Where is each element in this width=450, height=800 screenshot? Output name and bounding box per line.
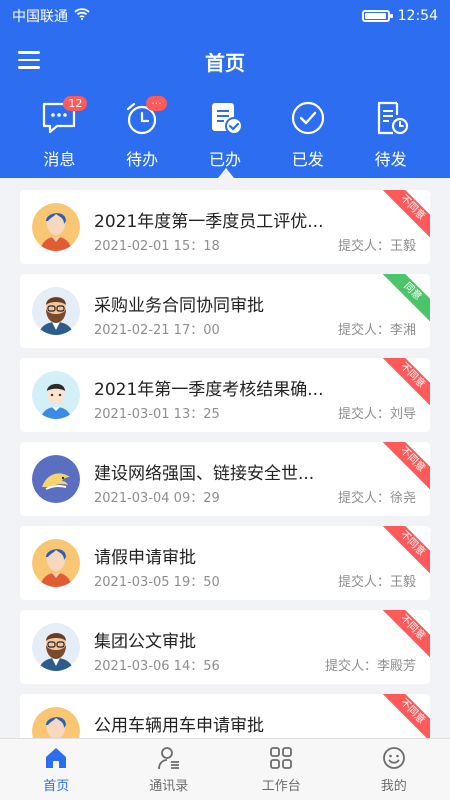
card-submitter: 提交人：刘导 — [337, 407, 416, 422]
card-date: 2021-03-05 19：50 — [94, 575, 220, 590]
page-title: 首页 — [205, 50, 245, 75]
bottom-nav-label: 通讯录 — [149, 779, 189, 794]
card-submitter: 提交人：王毅 — [337, 239, 416, 254]
card-date: 2021-02-01 15：18 — [94, 239, 220, 254]
approval-card[interactable]: 2021年第一季度考核结果确... 2021-03-01 13：25 提交人：刘导不… — [20, 358, 430, 432]
bottom-nav-home[interactable]: 首页 — [11, 739, 101, 800]
approval-list: 2021年度第一季度员工评优... 2021-02-01 15：18 提交人：王毅不… — [20, 190, 430, 778]
navbar: 首页 — [0, 32, 450, 90]
card-title: 采购业务合同协同审批 — [94, 296, 264, 316]
status-bar: 中国联通 12:54 — [0, 0, 450, 32]
grid-icon — [268, 745, 294, 771]
check-circle-icon — [288, 98, 328, 138]
wifi-icon — [74, 8, 90, 24]
card-title: 2021年第一季度考核结果确... — [94, 380, 324, 400]
bottom-nav-label: 工作台 — [261, 779, 301, 794]
tab-label: 已办 — [208, 150, 241, 169]
unread-badge: 12 — [63, 96, 88, 111]
tab-message[interactable]: 12 消息 — [24, 96, 94, 170]
bottom-nav-label: 我的 — [380, 779, 407, 794]
alarm-clock-icon: ··· — [122, 96, 167, 138]
card-title: 请假申请审批 — [94, 548, 196, 568]
approval-card[interactable]: 请假申请审批 2021-03-05 19：50 提交人：王毅 不同意 — [20, 526, 430, 600]
avatar-dolphin-logo-icon — [32, 455, 80, 503]
card-date: 2021-03-06 14：56 — [94, 659, 220, 674]
active-tab-pointer — [218, 168, 234, 178]
avatar-boy-blue-icon — [32, 371, 80, 419]
bottom-nav: 首页 通讯录 工作台 我的 — [0, 738, 450, 800]
approval-card[interactable]: 2021年度第一季度员工评优... 2021-02-01 15：18 提交人：王毅不… — [20, 190, 430, 264]
card-date: 2021-03-01 13：25 — [94, 407, 220, 422]
category-tabs: 12 消息 ··· 待办 已办 已发 待发 — [0, 96, 450, 170]
tab-label: 消息 — [43, 150, 76, 169]
tab-document-clock[interactable]: 待发 — [356, 98, 426, 170]
tab-check-circle[interactable]: 已发 — [273, 98, 343, 170]
approval-card[interactable]: 建设网络强国、链接安全世... 2021-03-04 09：29 提交人：徐尧 不同意 — [20, 442, 430, 516]
tab-label: 待办 — [126, 150, 159, 169]
bottom-nav-grid[interactable]: 工作台 — [236, 739, 326, 800]
card-submitter: 提交人：王毅 — [337, 575, 416, 590]
contacts-icon — [156, 745, 182, 771]
card-date: 2021-03-04 09：29 — [94, 491, 220, 506]
tab-label: 已发 — [291, 150, 324, 169]
unread-badge: ··· — [146, 96, 167, 111]
avatar-woman-orange-icon — [32, 539, 80, 587]
battery-icon — [361, 10, 393, 22]
card-title: 建设网络强国、链接安全世... — [94, 464, 315, 484]
card-submitter: 提交人：徐尧 — [337, 491, 416, 506]
carrier-label: 中国联通 — [12, 9, 68, 25]
card-submitter: 提交人：李湘 — [337, 323, 416, 338]
document-check-icon — [205, 98, 245, 138]
menu-icon[interactable] — [18, 51, 40, 71]
bottom-nav-label: 首页 — [43, 779, 70, 794]
card-title: 集团公文审批 — [94, 632, 196, 652]
card-title: 2021年度第一季度员工评优... — [94, 212, 324, 232]
tab-document-check[interactable]: 已办 — [190, 98, 260, 170]
tab-alarm-clock[interactable]: ··· 待办 — [107, 96, 177, 170]
avatar-woman-orange-icon — [32, 203, 80, 251]
approval-card[interactable]: 集团公文审批 2021-03-06 14：56 提交人：李殿芳 不同意 — [20, 610, 430, 684]
bottom-nav-contacts[interactable]: 通讯录 — [124, 739, 214, 800]
header: 中国联通 12:54 首页 12 消息 ··· 待办 已办 已发 待发 — [0, 0, 450, 178]
avatar-man-beard-icon — [32, 623, 80, 671]
bottom-nav-smile[interactable]: 我的 — [349, 739, 439, 800]
card-submitter: 提交人：李殿芳 — [324, 659, 416, 674]
clock-time: 12:54 — [397, 8, 438, 24]
home-icon — [43, 745, 69, 771]
document-clock-icon — [371, 98, 411, 138]
message-icon: 12 — [39, 96, 88, 138]
avatar-man-beard-icon — [32, 287, 80, 335]
card-date: 2021-02-21 17：00 — [94, 323, 220, 338]
approval-card[interactable]: 采购业务合同协同审批 2021-02-21 17：00 提交人：李湘 同意 — [20, 274, 430, 348]
smile-icon — [381, 745, 407, 771]
card-title: 公用车辆用车申请审批 — [94, 716, 264, 736]
tab-label: 待发 — [374, 150, 407, 169]
